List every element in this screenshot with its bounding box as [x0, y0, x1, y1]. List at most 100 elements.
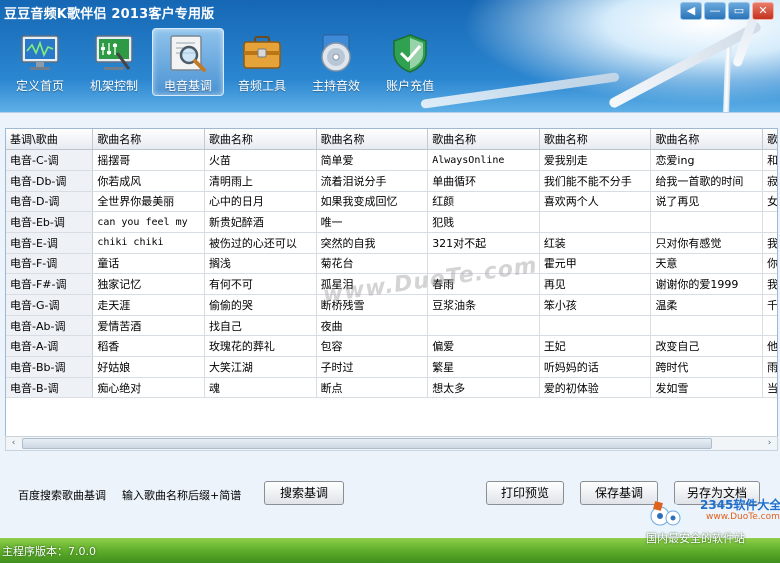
song-cell[interactable]: 大笑江湖 — [204, 356, 317, 378]
table-row[interactable]: 电音-B-调 痴心绝对 魂 断点 想太多 爱的初体验 发如雪 当你孤单你会想起谁 — [6, 377, 777, 399]
song-cell[interactable]: 听妈妈的话 — [539, 356, 652, 378]
column-header[interactable]: 歌曲名称 — [539, 129, 652, 151]
song-cell[interactable]: 爱我别走 — [539, 149, 652, 171]
song-cell[interactable]: 突然的自我 — [316, 232, 429, 254]
song-cell[interactable]: 千纸鹤 — [762, 294, 777, 316]
song-cell[interactable]: 豆浆油条 — [427, 294, 540, 316]
key-cell[interactable]: 电音-F#-调 — [6, 273, 94, 295]
key-cell[interactable]: 电音-D-调 — [6, 191, 94, 213]
song-cell[interactable]: 包容 — [316, 335, 429, 358]
song-cell[interactable]: 偷偷的哭 — [204, 294, 317, 316]
table-row[interactable]: 电音-G-调 走天涯 偷偷的哭 断桥残雪 豆浆油条 笨小孩 温柔 千纸鹤 — [6, 294, 777, 316]
song-cell[interactable]: 玫瑰花的葬礼 — [204, 335, 317, 358]
song-cell[interactable]: 简单爱 — [316, 149, 429, 171]
song-cell[interactable]: 心中的日月 — [204, 191, 317, 213]
table-row[interactable]: 电音-D-调 全世界你最美丽 心中的日月 如果我变成回忆 红颜 喜欢两个人 说了… — [6, 191, 777, 213]
table-row[interactable]: 电音-F#-调 独家记忆 有何不可 孤星泪 春雨 再见 谢谢你的爱1999 我们… — [6, 273, 777, 295]
song-cell[interactable] — [539, 211, 652, 233]
table-row[interactable]: 电音-Eb-调 can you feel my 新贵妃醉酒 唯一 犯贱 — [6, 211, 777, 233]
column-header[interactable]: 基调\歌曲 — [6, 129, 94, 151]
song-cell[interactable]: 摇摆哥 — [92, 149, 205, 171]
song-cell[interactable]: 王妃 — [539, 335, 652, 358]
key-cell[interactable]: 电音-F-调 — [6, 253, 94, 275]
song-cell[interactable]: 断点 — [316, 377, 429, 399]
song-cell[interactable]: 说了再见 — [650, 191, 764, 213]
close-button[interactable]: ✕ — [752, 2, 774, 20]
column-header[interactable]: 歌曲名称 — [650, 129, 764, 151]
song-cell[interactable] — [650, 315, 764, 337]
song-cell[interactable]: chiki chiki — [92, 232, 205, 254]
song-cell[interactable] — [650, 211, 764, 233]
column-header[interactable]: 歌曲名称 — [427, 129, 540, 151]
song-cell[interactable]: 爱的初体验 — [539, 377, 652, 399]
song-cell[interactable] — [762, 211, 777, 233]
song-cell[interactable]: 流着泪说分手 — [316, 170, 429, 192]
song-cell[interactable]: 红颜 — [427, 191, 540, 213]
back-button[interactable]: ◀ — [680, 2, 702, 20]
song-cell[interactable]: 全世界你最美丽 — [92, 191, 205, 213]
scroll-right-arrow-icon[interactable]: › — [762, 437, 777, 450]
song-cell[interactable]: 走天涯 — [92, 294, 205, 316]
scroll-left-arrow-icon[interactable]: ‹ — [6, 437, 21, 450]
tool-key-search[interactable]: 电音基调 — [152, 28, 224, 96]
song-cell[interactable]: 被伤过的心还可以 — [204, 232, 317, 254]
song-cell[interactable]: AlwaysOnline — [427, 149, 540, 171]
song-cell[interactable]: 我会很诚实 — [762, 232, 777, 254]
song-cell[interactable]: 雨下一整晚 — [762, 356, 777, 378]
song-cell[interactable]: 我们的歌 — [762, 273, 777, 295]
search-key-button[interactable]: 搜索基调 — [264, 481, 344, 505]
key-cell[interactable]: 电音-A-调 — [6, 335, 94, 358]
song-cell[interactable]: 寂寞的季节 — [762, 170, 777, 192]
song-cell[interactable]: 有何不可 — [204, 273, 317, 295]
song-cell[interactable]: 如果我变成回忆 — [316, 191, 429, 213]
song-cell[interactable]: 新贵妃醉酒 — [204, 211, 317, 233]
song-cell[interactable]: 夜曲 — [316, 315, 429, 337]
minimize-button[interactable]: — — [704, 2, 726, 20]
song-cell[interactable]: 喜欢两个人 — [539, 191, 652, 213]
song-cell[interactable]: 搁浅 — [204, 253, 317, 275]
key-cell[interactable]: 电音-Db-调 — [6, 170, 94, 192]
song-cell[interactable]: 我们能不能不分手 — [539, 170, 652, 192]
song-cell[interactable]: 女人不该让男人太累 — [762, 191, 777, 213]
song-cell[interactable]: 再见 — [539, 273, 652, 295]
song-cell[interactable]: 断桥残雪 — [316, 294, 429, 316]
column-header[interactable]: 歌曲名称 — [204, 129, 317, 151]
table-row[interactable]: 电音-Ab-调 爱情苦酒 找自己 夜曲 — [6, 315, 777, 337]
song-cell[interactable]: 春雨 — [427, 273, 540, 295]
song-cell[interactable]: 火苗 — [204, 149, 317, 171]
song-cell[interactable]: 和平分手 — [762, 149, 777, 171]
song-cell[interactable]: 孤星泪 — [316, 273, 429, 295]
column-header[interactable]: 歌曲名称 — [316, 129, 429, 151]
song-cell[interactable]: 偏爱 — [427, 335, 540, 358]
key-cell[interactable]: 电音-Bb-调 — [6, 356, 94, 378]
song-cell[interactable]: 唯一 — [316, 211, 429, 233]
song-cell[interactable]: 痴心绝对 — [92, 377, 205, 399]
key-table[interactable]: 基调\歌曲 歌曲名称 歌曲名称 歌曲名称 歌曲名称 歌曲名称 歌曲名称 歌曲名称… — [5, 128, 778, 451]
tool-host-effects[interactable]: 主持音效 — [300, 28, 372, 96]
song-cell[interactable]: 谢谢你的爱1999 — [650, 273, 764, 295]
key-cell[interactable]: 电音-B-调 — [6, 377, 94, 399]
song-cell[interactable]: 天意 — [650, 253, 764, 275]
song-cell[interactable]: 跨时代 — [650, 356, 764, 378]
song-cell[interactable]: 你吧我灌醉 — [762, 253, 777, 275]
table-row[interactable]: 电音-C-调 摇摆哥 火苗 简单爱 AlwaysOnline 爱我别走 恋爱in… — [6, 149, 777, 171]
song-cell[interactable]: 只对你有感觉 — [650, 232, 764, 254]
song-cell[interactable]: 改变自己 — [650, 335, 764, 358]
song-cell[interactable]: 当你孤单你会想起谁 — [762, 377, 777, 399]
song-cell[interactable]: 恋爱ing — [650, 149, 764, 171]
key-cell[interactable]: 电音-Ab-调 — [6, 315, 94, 337]
scrollbar-thumb[interactable] — [22, 438, 712, 449]
tool-rack-control[interactable]: 机架控制 — [78, 28, 150, 96]
song-cell[interactable] — [539, 315, 652, 337]
song-cell[interactable]: 笨小孩 — [539, 294, 652, 316]
key-cell[interactable]: 电音-Eb-调 — [6, 211, 94, 233]
song-cell[interactable]: 稻香 — [92, 335, 205, 358]
song-cell[interactable]: 好姑娘 — [92, 356, 205, 378]
song-cell[interactable]: 犯贱 — [427, 211, 540, 233]
song-cell[interactable]: 独家记忆 — [92, 273, 205, 295]
title-bar[interactable]: 豆豆音频K歌伴侣 2013客户专用版 ◀ — ▭ ✕ — [0, 0, 780, 24]
song-cell[interactable]: 单曲循环 — [427, 170, 540, 192]
song-cell[interactable]: 爱情苦酒 — [92, 315, 205, 337]
column-header[interactable]: 歌曲名称 — [762, 129, 777, 151]
song-cell[interactable]: 魂 — [204, 377, 317, 399]
